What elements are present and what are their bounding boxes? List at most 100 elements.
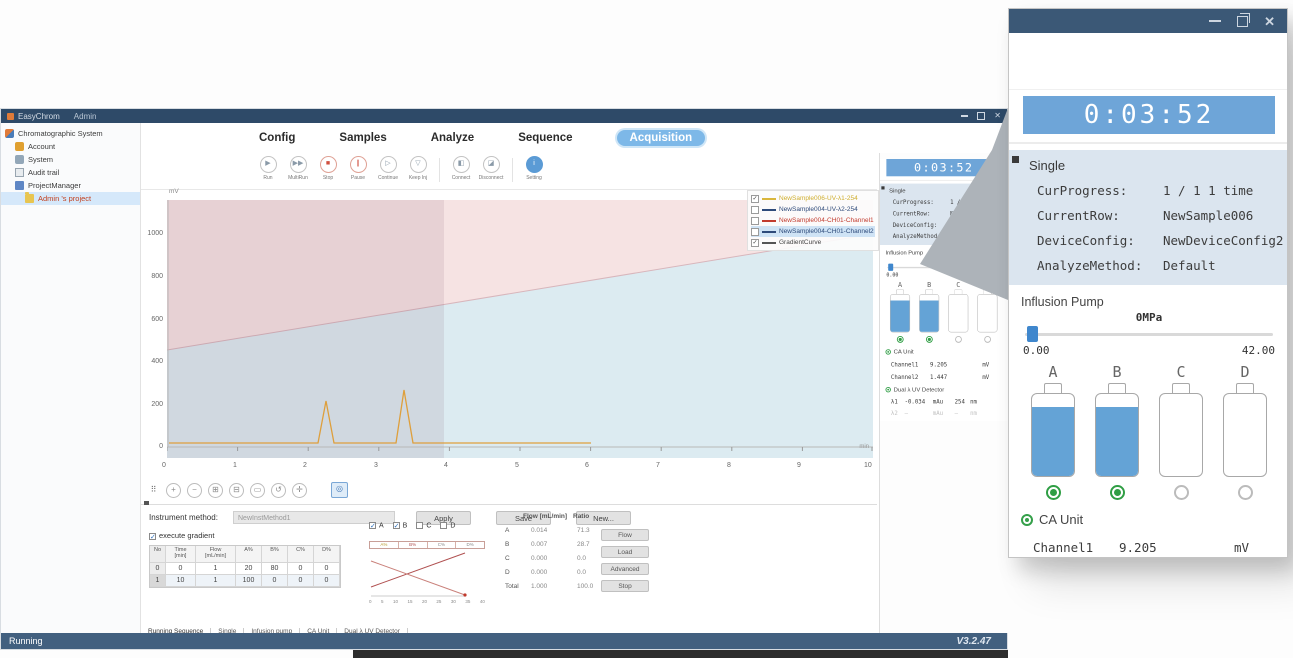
device-status-panel: 0:03:52 Single CurProgress:1 / 1 1 time … — [879, 153, 1009, 633]
pressure-slider[interactable] — [1025, 326, 1273, 342]
stop-flow-button[interactable]: Stop — [601, 580, 649, 592]
legend-item[interactable]: NewSample004-CH01-Channel1 — [751, 215, 875, 226]
sidebar-item-account[interactable]: Account — [1, 140, 140, 153]
move-icon[interactable]: ✛ — [292, 483, 307, 498]
advanced-button[interactable]: Advanced — [601, 563, 649, 575]
tab-acquisition[interactable]: Acquisition — [617, 130, 706, 146]
slider-thumb[interactable] — [888, 264, 893, 271]
legend-item[interactable]: ✓ NewSample006-UV-λ1-254 — [751, 193, 875, 204]
sidebar-item-project-manager[interactable]: ProjectManager — [1, 179, 140, 192]
slider-thumb[interactable] — [1027, 326, 1038, 342]
collapse-handle-icon[interactable] — [1012, 156, 1019, 163]
legend-checkbox[interactable] — [751, 206, 759, 214]
continue-button[interactable]: ▷ Continue — [373, 156, 403, 181]
crosshair-tool-icon[interactable]: ◎ — [331, 482, 348, 498]
undo-zoom-icon[interactable]: ↺ — [271, 483, 286, 498]
status-bar: Running V3.2.47 — [1, 633, 1007, 649]
gradient-row[interactable]: 0 0 1 20 80 0 0 — [150, 563, 340, 575]
close-icon[interactable]: ✕ — [994, 112, 1001, 120]
box-zoom-icon[interactable]: ▭ — [250, 483, 265, 498]
legend-checkbox[interactable] — [751, 217, 759, 225]
x-tick: 4 — [444, 462, 448, 469]
bottle-d-radio[interactable] — [1238, 485, 1253, 500]
load-button[interactable]: Load — [601, 546, 649, 558]
bottle-b-radio[interactable] — [926, 336, 933, 343]
restore-icon[interactable] — [1237, 16, 1248, 27]
bottle-c-radio[interactable] — [1174, 485, 1189, 500]
channel-a-checkbox[interactable]: ✓A — [369, 522, 384, 529]
trace-legend: ✓ NewSample006-UV-λ1-254 NewSample004-UV… — [747, 190, 879, 251]
execute-gradient-checkbox[interactable]: ✓execute gradient — [149, 531, 214, 540]
bottle-a-radio[interactable] — [897, 336, 904, 343]
status-ok-icon — [1021, 514, 1033, 526]
pressure-max: 42.00 — [986, 272, 1001, 278]
sidebar-item-system[interactable]: System — [1, 153, 140, 166]
legend-checkbox[interactable] — [751, 228, 759, 236]
flow-button[interactable]: Flow — [601, 529, 649, 541]
y-tick: 0 — [143, 443, 163, 450]
bottle-a: A — [887, 280, 912, 342]
y-tick: 400 — [143, 358, 163, 365]
zoom-out-icon[interactable]: − — [187, 483, 202, 498]
legend-item-selected[interactable]: NewSample004-CH01-Channel2 — [751, 226, 875, 237]
legend-line-sample — [762, 242, 776, 244]
bottle-a-radio[interactable] — [1046, 485, 1061, 500]
sidebar-item-admin-project[interactable]: Admin 's project — [1, 192, 140, 205]
bottle-c-radio[interactable] — [955, 336, 962, 343]
slider-track — [887, 267, 1000, 268]
divider — [1009, 142, 1288, 144]
bottle-c: C — [1153, 363, 1209, 500]
minimize-icon[interactable] — [961, 115, 968, 117]
pressure-slider[interactable] — [887, 264, 1000, 271]
disconnect-button[interactable]: ◪ Disconnect — [476, 156, 506, 181]
channel-c-checkbox[interactable]: C — [416, 522, 431, 529]
bottle-d-radio[interactable] — [984, 336, 991, 343]
slider-track — [1025, 333, 1273, 336]
legend-item[interactable]: NewSample004-UV-λ2-254 — [751, 204, 875, 215]
tab-sequence[interactable]: Sequence — [518, 132, 572, 144]
tab-samples[interactable]: Samples — [339, 132, 386, 144]
close-icon[interactable]: ✕ — [1264, 15, 1275, 28]
multirun-button[interactable]: ▶▶ MultiRun — [283, 156, 313, 181]
continue-icon: ▷ — [380, 156, 397, 173]
keep-inj-icon: ▽ — [410, 156, 427, 173]
run-button[interactable]: ▶ Run — [253, 156, 283, 181]
x-tick: 0 — [162, 462, 166, 469]
divider — [880, 180, 1007, 181]
zoom-x-icon[interactable]: ⊞ — [208, 483, 223, 498]
tab-analyze[interactable]: Analyze — [431, 132, 474, 144]
x-tick: 6 — [585, 462, 589, 469]
ca-unit-section: CA Unit Channel19.205mV Channel21.447mV — [880, 345, 1007, 384]
zoom-in-icon[interactable]: + — [166, 483, 181, 498]
minimize-icon[interactable] — [1209, 20, 1221, 22]
connect-button[interactable]: ◧ Connect — [446, 156, 476, 181]
gradient-row[interactable]: 1 10 1 100 0 0 0 — [150, 575, 340, 587]
ca-unit-section: CA Unit Channel19.205mV Channel21.447mV — [1009, 504, 1288, 558]
pressure-max: 42.00 — [1242, 344, 1275, 357]
tab-config[interactable]: Config — [259, 132, 295, 144]
bottle-b-radio[interactable] — [1110, 485, 1125, 500]
sidebar-item-chromatographic-system[interactable]: Chromatographic System — [1, 127, 140, 140]
x-axis-unit: min — [859, 444, 869, 450]
collapse-handle-icon[interactable] — [881, 186, 884, 189]
stop-button[interactable]: ■ Stop — [313, 156, 343, 181]
setting-button[interactable]: i Setting — [519, 156, 549, 181]
x-tick: 8 — [727, 462, 731, 469]
sidebar-item-audit-trail[interactable]: Audit trail — [1, 166, 140, 179]
zoom-y-icon[interactable]: ⊟ — [229, 483, 244, 498]
infusion-pump-section: Influsion Pump 0MPa 0.00 42.00 A — [880, 245, 1007, 345]
legend-item[interactable]: ✓ GradientCurve — [751, 237, 875, 248]
splitter-handle[interactable] — [144, 501, 149, 505]
channel-b-checkbox[interactable]: ✓B — [393, 522, 408, 529]
channel-d-checkbox[interactable]: D — [440, 522, 455, 529]
legend-checkbox[interactable]: ✓ — [751, 195, 759, 203]
x-tick: 5 — [515, 462, 519, 469]
pause-button[interactable]: ∥ Pause — [343, 156, 373, 181]
run-icon: ▶ — [260, 156, 277, 173]
toolbar-separator — [439, 158, 440, 182]
pan-grid-icon[interactable]: ⠿ — [147, 484, 160, 497]
keep-inj-button[interactable]: ▽ Keep Inj — [403, 156, 433, 181]
legend-checkbox[interactable]: ✓ — [751, 239, 759, 247]
restore-icon[interactable] — [977, 112, 985, 120]
uv-detector-section: Dual λ UV Detector λ1-0.034mAu254nm λ2–m… — [880, 383, 1007, 421]
